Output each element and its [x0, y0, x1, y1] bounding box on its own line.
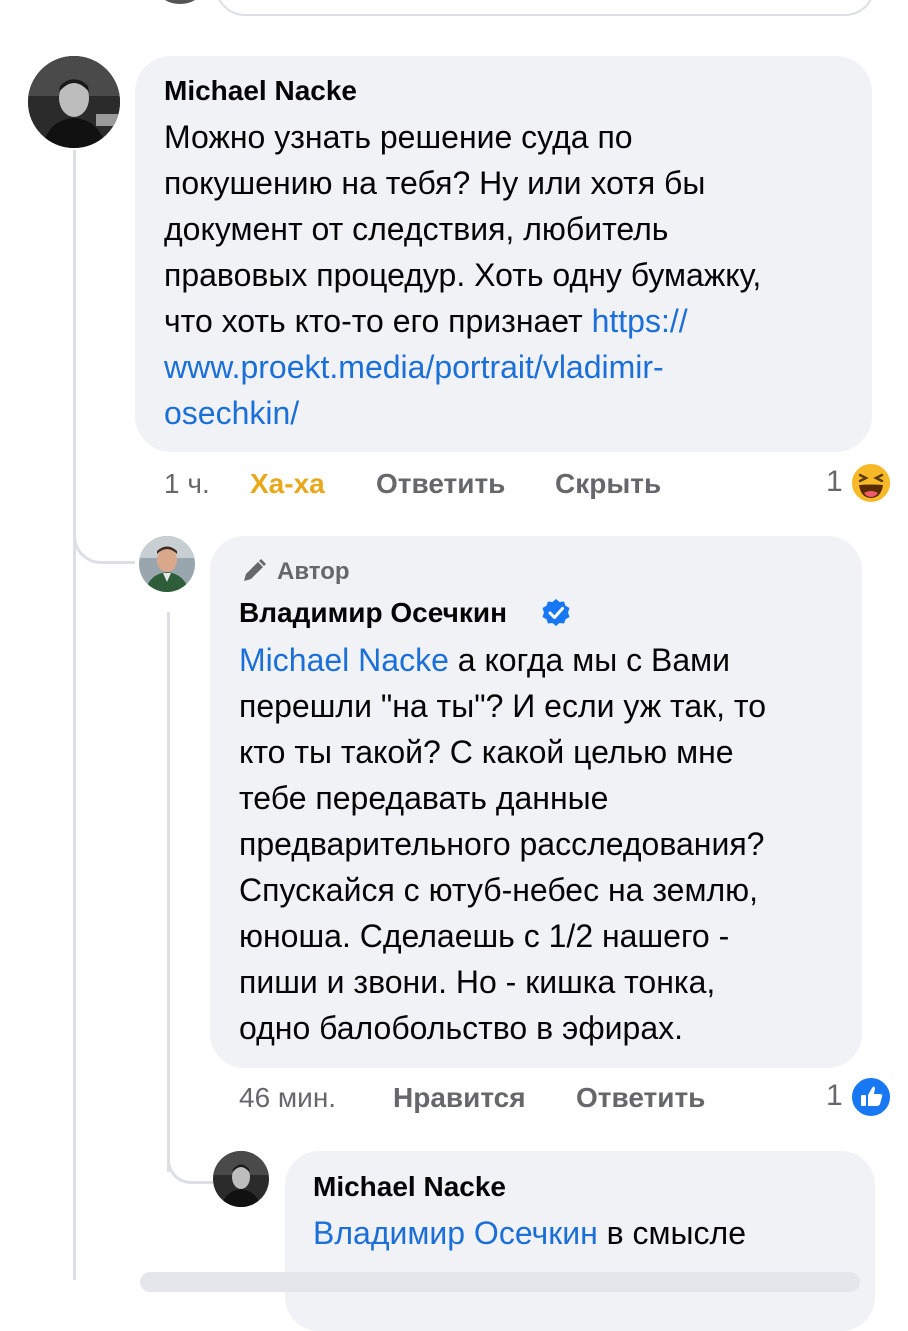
- bottom-bar-edge: [140, 1272, 860, 1292]
- hide-button[interactable]: Скрыть: [555, 468, 661, 500]
- comment-time[interactable]: 46 мин.: [239, 1082, 336, 1114]
- thread-line-branch: [73, 510, 135, 564]
- comment-author[interactable]: Michael Nacke: [164, 75, 357, 107]
- comment-author[interactable]: Michael Nacke: [313, 1171, 506, 1203]
- like-button[interactable]: Нравится: [393, 1082, 526, 1114]
- comment-text: Michael Nacke а когда мы с Вами перешли …: [239, 642, 766, 1046]
- author-pencil-icon: [240, 557, 268, 585]
- thread-line-main: [73, 150, 76, 1280]
- comment-actions-2: 46 мин. Нравится Ответить: [239, 1082, 839, 1122]
- reaction-count[interactable]: 1: [826, 465, 843, 499]
- verified-badge-icon: [541, 598, 571, 628]
- comment-actions-1: 1 ч. Ха-ха Ответить Скрыть: [164, 468, 864, 508]
- author-badge: Автор: [277, 558, 350, 585]
- previous-comment-bubble-edge: [215, 0, 875, 16]
- comment-text: Можно узнать решение суда по покушению н…: [164, 114, 864, 436]
- reply-button[interactable]: Ответить: [576, 1082, 705, 1114]
- link-proekt-media-cont[interactable]: www.proekt.media/portrait/vladimir-: [164, 344, 864, 390]
- reply-button[interactable]: Ответить: [376, 468, 505, 500]
- avatar-michael-nacke-small[interactable]: [213, 1151, 269, 1207]
- previous-avatar-edge: [160, 0, 200, 4]
- like-icon[interactable]: [850, 1076, 892, 1118]
- reaction-haha-button[interactable]: Ха-ха: [250, 468, 325, 500]
- link-proekt-media-end[interactable]: osechkin/: [164, 390, 864, 436]
- mention-michael-nacke[interactable]: Michael Nacke: [239, 642, 449, 678]
- link-proekt-media[interactable]: https://: [592, 303, 688, 339]
- comment-author[interactable]: Владимир Осечкин: [239, 597, 507, 629]
- haha-emoji-icon[interactable]: [850, 462, 892, 504]
- thread-line-reply: [167, 612, 170, 1172]
- thread-line-branch-2: [167, 1140, 213, 1184]
- comment-text: Владимир Осечкин в смысле: [313, 1215, 747, 1251]
- comment-time[interactable]: 1 ч.: [164, 468, 210, 500]
- avatar-michael-nacke[interactable]: [28, 56, 120, 148]
- avatar-vladimir-osechkin[interactable]: [139, 536, 195, 592]
- mention-vladimir-osechkin[interactable]: Владимир Осечкин: [313, 1215, 598, 1251]
- reaction-count[interactable]: 1: [826, 1079, 843, 1113]
